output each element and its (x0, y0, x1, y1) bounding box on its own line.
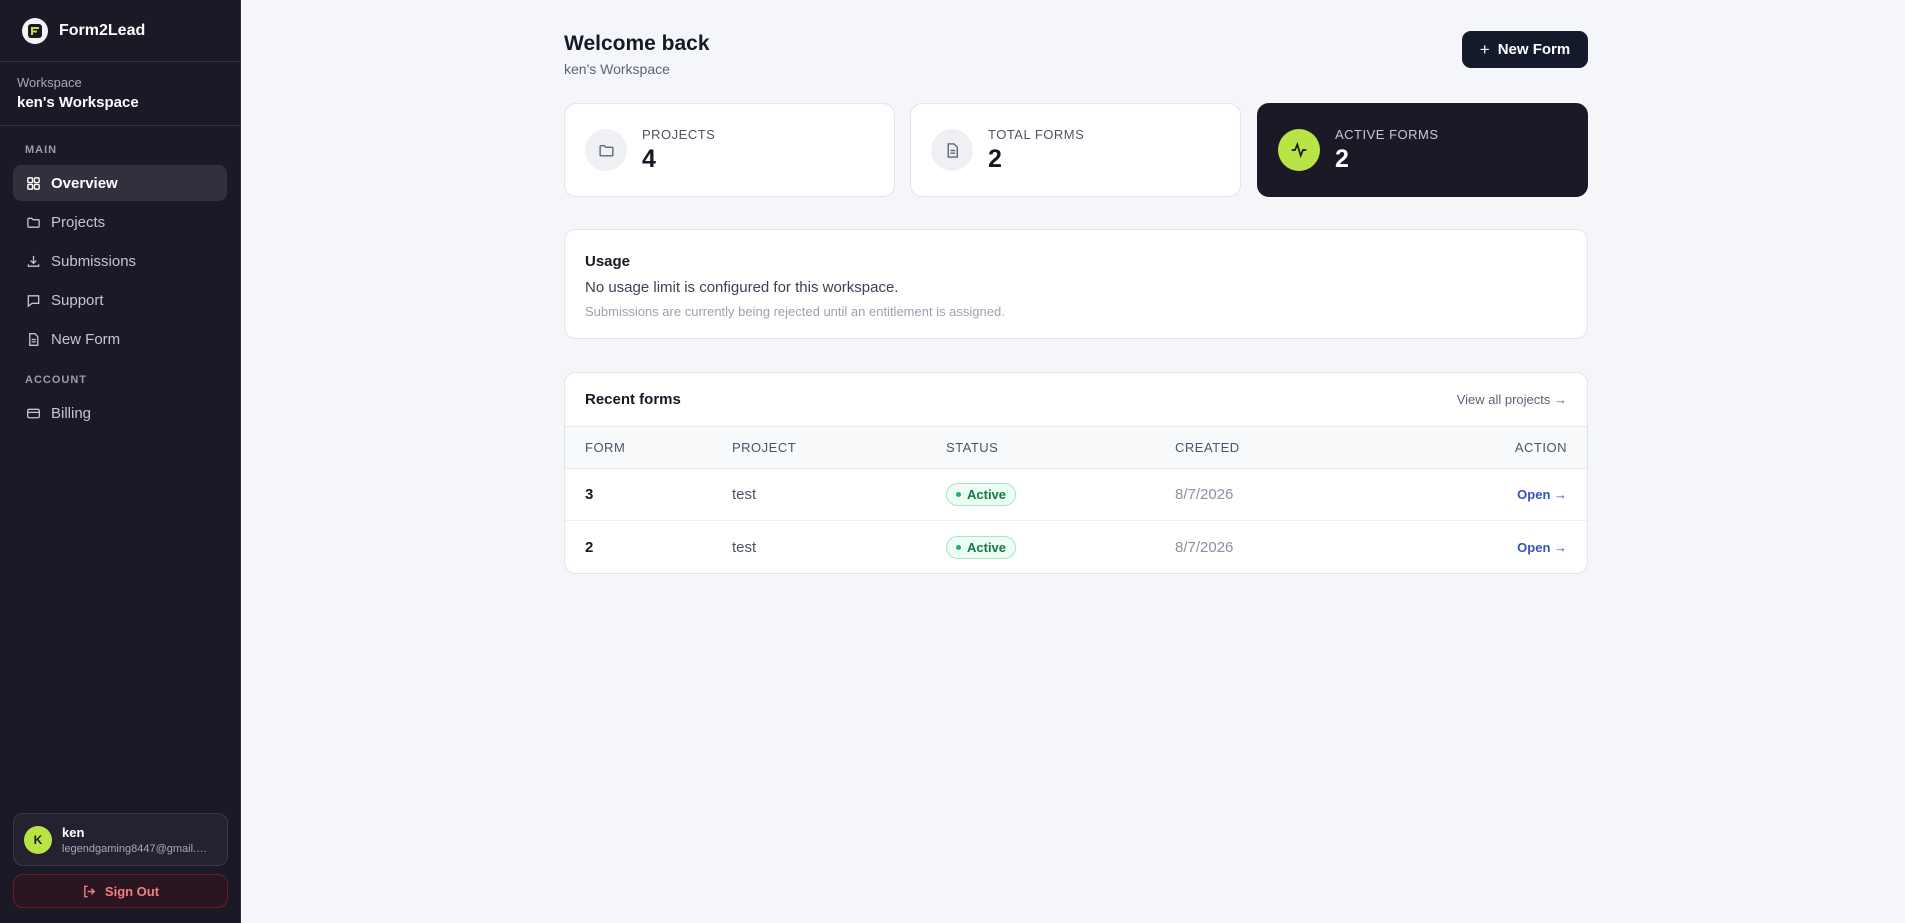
status-text: Active (967, 539, 1007, 555)
status-badge: Active (946, 535, 1017, 559)
table-row[interactable]: 2 test Active 8/7/2026 Open → (565, 521, 1587, 573)
stat-card-total-forms: TOTAL FORMS 2 (910, 103, 1241, 197)
brand-logo-icon (22, 17, 48, 44)
sidebar-item-label: Billing (51, 404, 92, 422)
stat-card-projects: PROJECTS 4 (564, 103, 895, 197)
open-form-link[interactable]: Open → (1517, 487, 1567, 502)
usage-title: Usage (585, 253, 631, 270)
user-name: ken (62, 824, 85, 840)
column-header-project[interactable]: PROJECT (732, 440, 946, 455)
account-section-label: ACCOUNT (25, 374, 87, 386)
usage-card: Usage No usage limit is configured for t… (564, 229, 1588, 339)
sidebar-item-support[interactable]: Support (13, 282, 227, 318)
recent-forms-card: Recent forms View all projects → FORM PR… (564, 372, 1588, 574)
user-card[interactable]: K ken legendgaming8447@gmail.com (13, 813, 228, 866)
project-name: test (732, 538, 757, 556)
column-header-form[interactable]: FORM (565, 440, 732, 455)
status-cell: Active (946, 535, 1175, 559)
created-date: 8/7/2026 (1175, 538, 1234, 556)
document-icon (931, 129, 973, 171)
stat-value: 4 (642, 144, 656, 173)
sidebar-item-overview[interactable]: Overview (13, 165, 227, 201)
sign-out-label: Sign Out (104, 883, 160, 899)
status-text: Active (967, 487, 1007, 502)
stat-label: PROJECTS (642, 126, 716, 142)
column-header-created[interactable]: CREATED (1175, 440, 1375, 455)
stat-label: TOTAL FORMS (988, 126, 1085, 142)
sidebar-item-label: New Form (51, 330, 121, 348)
page-title: Welcome back (564, 32, 710, 55)
sidebar-item-label: Submissions (51, 252, 137, 270)
grid-icon (25, 175, 41, 191)
open-form-link[interactable]: Open → (1517, 540, 1567, 555)
view-all-projects-link[interactable]: View all projects → (1457, 392, 1567, 407)
table-row[interactable]: 3 test Active 8/7/2026 Open → (565, 469, 1587, 521)
sidebar-item-label: Support (51, 291, 104, 309)
status-dot-icon (956, 492, 961, 497)
status-cell: Active (946, 483, 1175, 506)
sign-out-button[interactable]: Sign Out (13, 874, 228, 908)
chat-icon (25, 292, 41, 308)
stat-label: ACTIVE FORMS (1335, 126, 1439, 142)
brand[interactable]: Form2Lead (0, 0, 240, 62)
sidebar-item-label: Projects (51, 213, 106, 231)
stat-value: 2 (988, 144, 1002, 173)
main-section-label: MAIN (25, 144, 58, 156)
download-icon (25, 253, 41, 269)
recent-forms-title: Recent forms (585, 391, 681, 408)
sidebar-item-new-form[interactable]: New Form (13, 321, 227, 357)
activity-icon (1278, 129, 1320, 171)
workspace-label: Workspace (17, 75, 82, 90)
folder-icon (25, 214, 41, 230)
project-name: test (732, 486, 757, 503)
column-header-status[interactable]: STATUS (946, 440, 1175, 455)
action-cell: Open → (1375, 539, 1587, 556)
created-date: 8/7/2026 (1175, 486, 1234, 503)
status-badge: Active (946, 483, 1017, 506)
form-name: 2 (585, 538, 594, 556)
plus-icon: + (1479, 39, 1490, 59)
sidebar-item-label: Overview (51, 174, 118, 192)
new-form-label: New Form (1497, 41, 1571, 58)
sidebar: Form2Lead Workspace ken's Workspace MAIN… (0, 0, 241, 923)
credit-card-icon (25, 405, 41, 421)
usage-text: No usage limit is configured for this wo… (585, 279, 899, 296)
folder-icon (585, 129, 627, 171)
user-email: legendgaming8447@gmail.com (62, 842, 212, 855)
page-subtitle: ken's Workspace (564, 61, 670, 77)
sidebar-item-submissions[interactable]: Submissions (13, 243, 227, 279)
new-form-button[interactable]: + New Form (1462, 31, 1588, 68)
stat-card-active-forms: ACTIVE FORMS 2 (1257, 103, 1588, 197)
usage-note: Submissions are currently being rejected… (585, 304, 1005, 319)
table-header: FORM PROJECT STATUS CREATED ACTION (565, 427, 1587, 469)
form-name: 3 (585, 486, 594, 503)
workspace-switcher[interactable]: Workspace ken's Workspace (0, 62, 240, 126)
recent-forms-header: Recent forms View all projects → (565, 373, 1587, 427)
workspace-name: ken's Workspace (17, 94, 139, 111)
sidebar-item-projects[interactable]: Projects (13, 204, 227, 240)
logout-icon (84, 885, 96, 897)
sidebar-item-billing[interactable]: Billing (13, 395, 227, 431)
stat-value: 2 (1335, 144, 1349, 173)
column-header-action: ACTION (1514, 440, 1567, 455)
brand-name: Form2Lead (59, 21, 146, 39)
status-dot-icon (956, 544, 961, 550)
avatar: K (24, 825, 52, 854)
action-cell: Open → (1375, 486, 1587, 503)
document-icon (25, 331, 41, 347)
